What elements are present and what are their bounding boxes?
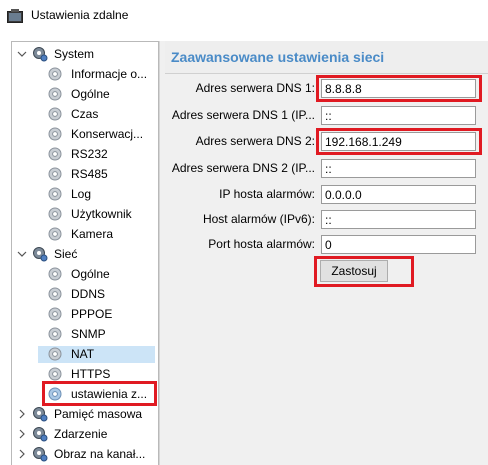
gear-group-icon (33, 47, 48, 62)
gear-icon (48, 187, 62, 201)
gear-icon (48, 167, 62, 181)
gear-icon (48, 267, 62, 281)
gear-icon (48, 87, 62, 101)
selected-item-highlight (42, 381, 157, 406)
chevron-right-icon[interactable] (17, 429, 27, 439)
page-title: Zaawansowane ustawienia sieci (171, 49, 385, 65)
gear-group-icon (33, 247, 48, 262)
dns1-highlight (316, 75, 482, 102)
dns2-ipv6-label: Adres serwera DNS 2 (IP... (171, 161, 315, 175)
gear-icon (48, 147, 62, 161)
tree-item-rs232[interactable]: RS232 (12, 144, 158, 164)
gear-icon (48, 347, 62, 361)
dns1-ipv6-label: Adres serwera DNS 1 (IP... (171, 108, 315, 122)
chevron-right-icon[interactable] (17, 449, 27, 459)
gear-icon (48, 227, 62, 241)
alarm-host-ipv6-field[interactable]: :: (321, 210, 476, 229)
tree-item-obraz-na-kanale[interactable]: Obraz na kanał... (12, 444, 158, 464)
tree-item-uzytkownik[interactable]: Użytkownik (12, 204, 158, 224)
tree-item-pamiec-masowa[interactable]: Pamięć masowa (12, 404, 158, 424)
tree-item-ddns[interactable]: DDNS (12, 284, 158, 304)
gear-icon (48, 287, 62, 301)
tree-item-label: Użytkownik (71, 207, 132, 221)
gear-icon (48, 327, 62, 341)
tree-item-pppoe[interactable]: PPPOE (12, 304, 158, 324)
tree-item-label: Konserwacj... (71, 127, 144, 141)
alarm-host-ip-label: IP hosta alarmów: (219, 187, 315, 201)
tree-item-label: RS485 (71, 167, 108, 181)
alarm-host-ip-field[interactable]: 0.0.0.0 (321, 185, 476, 204)
tree-item-label: Kamera (71, 227, 114, 241)
tree-item-informacje[interactable]: Informacje o... (12, 64, 158, 84)
tree-item-label: Czas (71, 107, 99, 121)
header-divider (165, 73, 488, 74)
gear-icon (48, 367, 62, 381)
dns2-label: Adres serwera DNS 2: (195, 134, 315, 148)
gear-icon (48, 107, 62, 121)
chevron-right-icon[interactable] (17, 409, 27, 419)
tree-item-label: Ogólne (71, 87, 110, 101)
tree-item-rs485[interactable]: RS485 (12, 164, 158, 184)
tree-item-czas[interactable]: Czas (12, 104, 158, 124)
dns2-ipv6-field[interactable]: :: (321, 159, 476, 178)
tree-item-log[interactable]: Log (12, 184, 158, 204)
dns2-highlight (316, 128, 482, 155)
apply-highlight (314, 256, 414, 287)
gear-group-icon (33, 427, 48, 442)
tree-item-label: RS232 (71, 147, 108, 161)
tree-item-label: System (54, 47, 95, 61)
tree-item-label: PPPOE (71, 307, 113, 321)
tree-item-label: NAT (71, 347, 95, 361)
tree-item-label: Obraz na kanał... (54, 447, 146, 461)
tree-item-label: Informacje o... (71, 67, 148, 81)
tree-item-ogolne[interactable]: Ogólne (12, 84, 158, 104)
gear-icon (48, 67, 62, 81)
tree-item-label: Pamięć masowa (54, 407, 143, 421)
tree-item-kamera[interactable]: Kamera (12, 224, 158, 244)
gear-icon (48, 127, 62, 141)
alarm-port-field[interactable]: 0 (321, 235, 476, 254)
dns1-label: Adres serwera DNS 1: (195, 81, 315, 95)
window-title: Ustawienia zdalne (31, 8, 129, 22)
dns1-ipv6-field[interactable]: :: (321, 106, 476, 125)
title-bar: Ustawienia zdalne (0, 0, 488, 34)
gear-group-icon (33, 407, 48, 422)
gear-group-icon (33, 447, 48, 462)
app-icon (7, 9, 23, 23)
chevron-down-icon[interactable] (17, 249, 27, 259)
tree-item-siec[interactable]: Sieć (12, 244, 158, 264)
tree-item-snmp[interactable]: SNMP (12, 324, 158, 344)
tree-item-konserwacja[interactable]: Konserwacj... (12, 124, 158, 144)
tree-item-system[interactable]: System (12, 44, 158, 64)
tree-item-label: SNMP (71, 327, 106, 341)
alarm-port-label: Port hosta alarmów: (208, 237, 315, 251)
tree-item-label: Log (71, 187, 92, 201)
tree-item-label: HTTPS (71, 367, 111, 381)
chevron-down-icon[interactable] (17, 49, 27, 59)
tree-item-label: DDNS (71, 287, 106, 301)
tree-item-siec-ogolne[interactable]: Ogólne (12, 264, 158, 284)
tree-item-label: Sieć (54, 247, 78, 261)
tree-item-nat[interactable]: NAT (12, 344, 158, 364)
tree-item-label: Ogólne (71, 267, 110, 281)
gear-icon (48, 307, 62, 321)
tree-item-zdarzenie[interactable]: Zdarzenie (12, 424, 158, 444)
tree-item-label: Zdarzenie (54, 427, 108, 441)
gear-icon (48, 207, 62, 221)
alarm-host-ipv6-label: Host alarmów (IPv6): (202, 212, 315, 226)
